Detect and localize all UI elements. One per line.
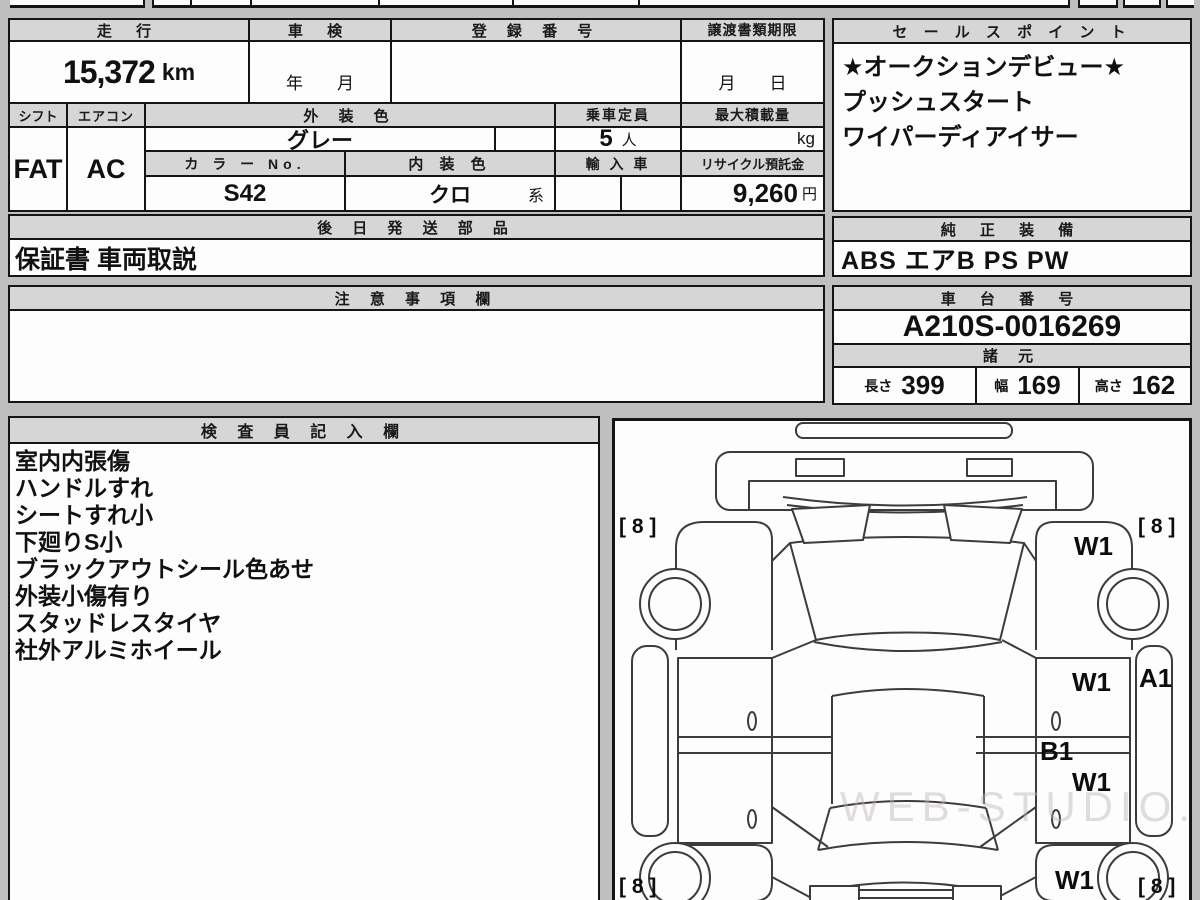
- shift-header: シフト: [10, 104, 68, 128]
- length-cell: 長さ 399: [834, 368, 977, 403]
- damage-mark-w1-front-fender: W1: [1074, 531, 1113, 561]
- vehicle-info-table: 走 行 車 検 登 録 番 号 譲渡書類期限 15,372 km 年 月 月 日…: [8, 18, 825, 212]
- width-value: 169: [1017, 370, 1061, 400]
- dimensions-header: 諸 元: [834, 345, 1190, 368]
- mileage-header: 走 行: [10, 20, 250, 42]
- cutoff-cell: [1166, 0, 1194, 8]
- later-shipped-parts-header: 後 日 発 送 部 品: [10, 216, 823, 240]
- damage-mark-w1-front-door: W1: [1072, 667, 1111, 697]
- damage-mark-w1-rear-bumper: W1: [1055, 865, 1094, 895]
- mileage-value-cell: 15,372 km: [10, 42, 250, 104]
- cutoff-cell: [10, 0, 145, 8]
- later-shipped-parts-panel: 後 日 発 送 部 品 保証書 車両取説: [8, 214, 825, 277]
- recycle-deposit-value: 9,260: [732, 178, 798, 208]
- cutoff-cell: [1078, 0, 1118, 8]
- damage-mark-a1-rear-quarter: A1: [1139, 663, 1173, 693]
- inspector-note-item: 室内内張傷: [15, 448, 130, 474]
- inspector-note-item: 下廻りS小: [15, 529, 123, 555]
- cutoff-divider: [638, 0, 640, 8]
- capacity-header: 乗車定員: [556, 104, 682, 128]
- length-value: 399: [901, 370, 945, 400]
- cutoff-divider: [250, 0, 252, 8]
- later-shipped-parts-value: 保証書 車両取説: [15, 245, 197, 274]
- import-car-header: 輸 入 車: [556, 152, 682, 177]
- tire-mark-rear-left: [ 8 ]: [619, 875, 657, 898]
- height-label: 高さ: [1094, 377, 1123, 394]
- damage-mark-w1-rear-door: W1: [1072, 767, 1111, 797]
- inspector-note-item: ブラックアウトシール色あせ: [15, 556, 314, 582]
- inspector-notes-header: 検 査 員 記 入 欄: [10, 418, 598, 444]
- import-car-extra-cell: [622, 177, 682, 210]
- car-diagram-panel: WEB-STUDIO.PRO [ 8 ] [ 8 ] W1 W1 A1 B1 W…: [612, 418, 1200, 900]
- height-value: 162: [1131, 370, 1176, 400]
- chassis-number-value: A210S-0016269: [834, 310, 1190, 345]
- interior-color-header: 内 装 色: [346, 152, 556, 177]
- registration-header: 登 録 番 号: [392, 20, 682, 42]
- capacity-value-cell: 5 人: [556, 125, 682, 152]
- genuine-equipment-header: 純 正 装 備: [834, 218, 1190, 242]
- inspector-notes-list: 室内内張傷 ハンドルすれ シートすれ小 下廻りS小 ブラックアウトシール色あせ …: [15, 448, 314, 664]
- tire-mark-rear-right: [ 8 ]: [1138, 875, 1176, 898]
- color-no-value: S42: [146, 177, 346, 210]
- inspector-note-item: 社外アルミホイール: [15, 637, 222, 663]
- aircon-value: AC: [68, 128, 146, 210]
- inspector-note-item: 外装小傷有り: [15, 583, 153, 609]
- inspector-note-item: シートすれ小: [15, 502, 153, 528]
- sales-point-item: ワイパーディアイサー: [842, 124, 1079, 151]
- genuine-equipment-panel: 純 正 装 備 ABS エアB PS PW: [832, 216, 1192, 277]
- tire-mark-front-right: [ 8 ]: [1138, 515, 1176, 538]
- mileage-value: 15,372: [62, 53, 156, 90]
- cutoff-divider: [190, 0, 192, 8]
- interior-color-value-cell: クロ 系: [346, 177, 556, 210]
- length-label: 長さ: [864, 377, 893, 394]
- cautions-panel: 注 意 事 項 欄: [8, 285, 825, 403]
- chassis-panel: 車 台 番 号 A210S-0016269 諸 元 長さ 399 幅 169 高…: [832, 285, 1192, 405]
- capacity-unit: 人: [621, 131, 637, 149]
- sales-point-item: プッシュスタート: [842, 89, 1034, 116]
- inspector-note-item: スタッドレスタイヤ: [15, 610, 222, 636]
- cutoff-cell: [1123, 0, 1161, 8]
- interior-color-value: クロ: [429, 183, 471, 207]
- chassis-number-header: 車 台 番 号: [834, 287, 1190, 311]
- cautions-header: 注 意 事 項 欄: [10, 287, 823, 311]
- cutoff-divider: [378, 0, 380, 8]
- inspector-notes-panel: 検 査 員 記 入 欄 室内内張傷 ハンドルすれ シートすれ小 下廻りS小 ブラ…: [8, 416, 600, 900]
- color-no-header: カ ラ ー No.: [146, 152, 346, 177]
- cautions-value: [10, 311, 823, 401]
- sales-points-list: ★オークションデビュー★ プッシュスタート ワイパーディアイサー: [842, 50, 1125, 155]
- max-load-header: 最大積載量: [682, 104, 823, 128]
- shift-value: FAT: [10, 128, 68, 210]
- transfer-deadline-header: 譲渡書類期限: [682, 20, 823, 42]
- registration-value-cell: [392, 42, 682, 104]
- inspection-value-cell: 年 月: [250, 42, 392, 104]
- cutoff-cell: [152, 0, 1070, 8]
- mileage-unit: km: [161, 58, 196, 85]
- damage-mark-b1-rear-door: B1: [1040, 736, 1074, 766]
- exterior-color-extra-cell: [496, 128, 556, 152]
- inspector-note-item: ハンドルすれ: [15, 475, 153, 501]
- capacity-value: 5: [599, 125, 613, 152]
- width-cell: 幅 169: [977, 368, 1080, 403]
- transfer-deadline-value-cell: 月 日: [682, 42, 823, 104]
- tire-mark-front-left: [ 8 ]: [619, 515, 657, 538]
- exterior-color-value: グレー: [146, 128, 496, 153]
- interior-color-suffix: 系: [527, 187, 544, 205]
- recycle-deposit-header: リサイクル預託金: [682, 152, 823, 177]
- recycle-deposit-unit: 円: [801, 186, 817, 203]
- genuine-equipment-value: ABS エアB PS PW: [841, 246, 1070, 275]
- sales-points-panel: セ ー ル ス ポ イ ン ト ★オークションデビュー★ プッシュスタート ワイ…: [832, 18, 1192, 212]
- watermark: WEB-STUDIO.PRO: [840, 783, 1200, 830]
- max-load-value-cell: kg: [682, 128, 823, 152]
- recycle-deposit-value-cell: 9,260 円: [682, 177, 823, 210]
- sales-point-item: ★オークションデビュー★: [842, 54, 1126, 81]
- width-label: 幅: [994, 377, 1009, 394]
- aircon-header: エアコン: [68, 104, 146, 128]
- inspection-header: 車 検: [250, 20, 392, 42]
- auction-sheet-page: 走 行 車 検 登 録 番 号 譲渡書類期限 15,372 km 年 月 月 日…: [0, 0, 1200, 900]
- sales-points-header: セ ー ル ス ポ イ ン ト: [834, 20, 1190, 44]
- height-cell: 高さ 162: [1080, 368, 1190, 403]
- import-car-value-cell: [556, 177, 622, 210]
- cutoff-divider: [512, 0, 514, 8]
